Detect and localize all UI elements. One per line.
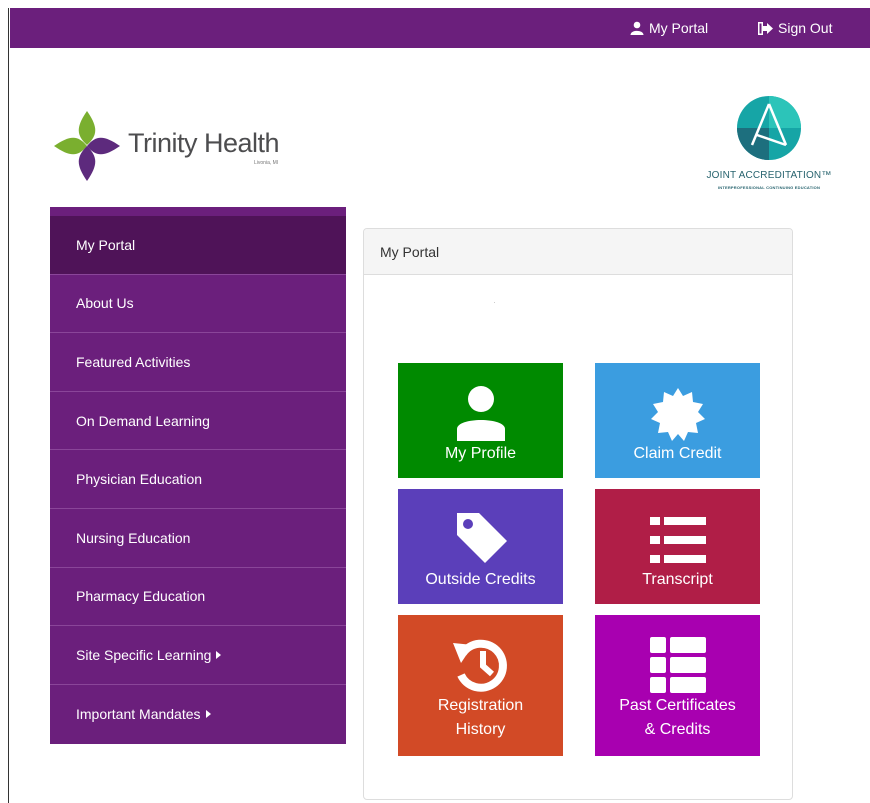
sidebar-item-label: Physician Education <box>76 471 203 488</box>
my-profile-tile[interactable]: My Profile <box>398 363 563 478</box>
history-icon <box>398 635 563 695</box>
claim-credit-tile[interactable]: Claim Credit <box>595 363 760 478</box>
panel-title: My Portal <box>380 243 440 260</box>
joint-accreditation-trademark: ™ <box>821 170 832 181</box>
sidebar-item-on-demand-learning[interactable]: On Demand Learning <box>50 392 346 451</box>
sidebar-item-about-us[interactable]: About Us <box>50 275 346 334</box>
tile-label-line2: & Credits <box>644 721 711 738</box>
joint-accreditation-emblem-icon <box>737 96 801 160</box>
sign-out-icon <box>758 21 773 35</box>
top-navigation-bar: My Portal Sign Out <box>10 8 870 48</box>
window-left-edge <box>0 8 10 803</box>
trinity-health-logo[interactable]: Trinity Health Livonia, MI <box>52 108 312 184</box>
sidebar-top-accent <box>50 207 346 216</box>
sidebar-item-important-mandates[interactable]: Important Mandates <box>50 685 346 744</box>
list-icon <box>595 517 760 563</box>
tile-label: Outside Credits <box>425 571 536 588</box>
placeholder-dot <box>494 302 495 303</box>
sidebar-item-label: About Us <box>76 295 134 312</box>
my-portal-link[interactable]: My Portal <box>630 8 708 48</box>
user-icon <box>398 385 563 441</box>
sidebar-item-label: Featured Activities <box>76 353 191 370</box>
my-portal-panel: My Portal My Profile Claim Credit Outsid… <box>363 228 793 800</box>
joint-accreditation-subtitle: INTERPROFESSIONAL CONTINUING EDUCATION <box>717 185 821 190</box>
tile-label: My Profile <box>444 445 517 462</box>
tile-label: Claim Credit <box>633 445 722 462</box>
certificate-badge-icon <box>595 387 760 443</box>
trinity-health-location: Livonia, MI <box>254 160 279 166</box>
trinity-health-wordmark: Trinity Health <box>128 127 280 158</box>
caret-right-icon <box>216 650 222 659</box>
tag-icon <box>398 507 563 567</box>
tile-label: Registration <box>437 697 524 714</box>
panel-header: My Portal <box>364 229 792 275</box>
sidebar-item-label: Nursing Education <box>76 529 191 546</box>
sidebar-item-nursing-education[interactable]: Nursing Education <box>50 509 346 568</box>
tile-label-line2: History <box>455 721 506 738</box>
sidebar-item-physician-education[interactable]: Physician Education <box>50 450 346 509</box>
sidebar-item-label: On Demand Learning <box>76 412 210 429</box>
sidebar-nav: My Portal About Us Featured Activities O… <box>50 207 346 744</box>
tile-label: Transcript <box>642 571 713 588</box>
caret-right-icon <box>205 710 211 719</box>
sidebar-item-featured-activities[interactable]: Featured Activities <box>50 333 346 392</box>
sidebar-item-label: Important Mandates <box>76 706 201 723</box>
user-icon <box>630 21 644 35</box>
sign-out-link[interactable]: Sign Out <box>758 8 832 48</box>
sidebar-item-label: Site Specific Learning <box>76 646 212 663</box>
past-certificates-tile[interactable]: Past Certificates & Credits <box>595 615 760 756</box>
sidebar-item-label: Pharmacy Education <box>76 588 206 605</box>
my-portal-link-label: My Portal <box>649 20 709 36</box>
transcript-tile[interactable]: Transcript <box>595 489 760 604</box>
joint-accreditation-name: JOINT ACCREDITATION <box>706 170 822 181</box>
registration-history-tile[interactable]: Registration History <box>398 615 563 756</box>
window-top-edge <box>0 0 870 8</box>
sidebar-item-site-specific-learning[interactable]: Site Specific Learning <box>50 626 346 685</box>
sidebar-item-my-portal[interactable]: My Portal <box>50 216 346 275</box>
outside-credits-tile[interactable]: Outside Credits <box>398 489 563 604</box>
sidebar-item-pharmacy-education[interactable]: Pharmacy Education <box>50 568 346 627</box>
joint-accreditation-logo: JOINT ACCREDITATION™ INTERPROFESSIONAL C… <box>694 93 844 203</box>
sidebar-item-label: My Portal <box>76 236 136 253</box>
sign-out-link-label: Sign Out <box>778 20 833 36</box>
table-list-icon <box>595 637 760 693</box>
tile-label: Past Certificates <box>619 697 736 714</box>
trinity-cross-icon <box>54 111 120 181</box>
